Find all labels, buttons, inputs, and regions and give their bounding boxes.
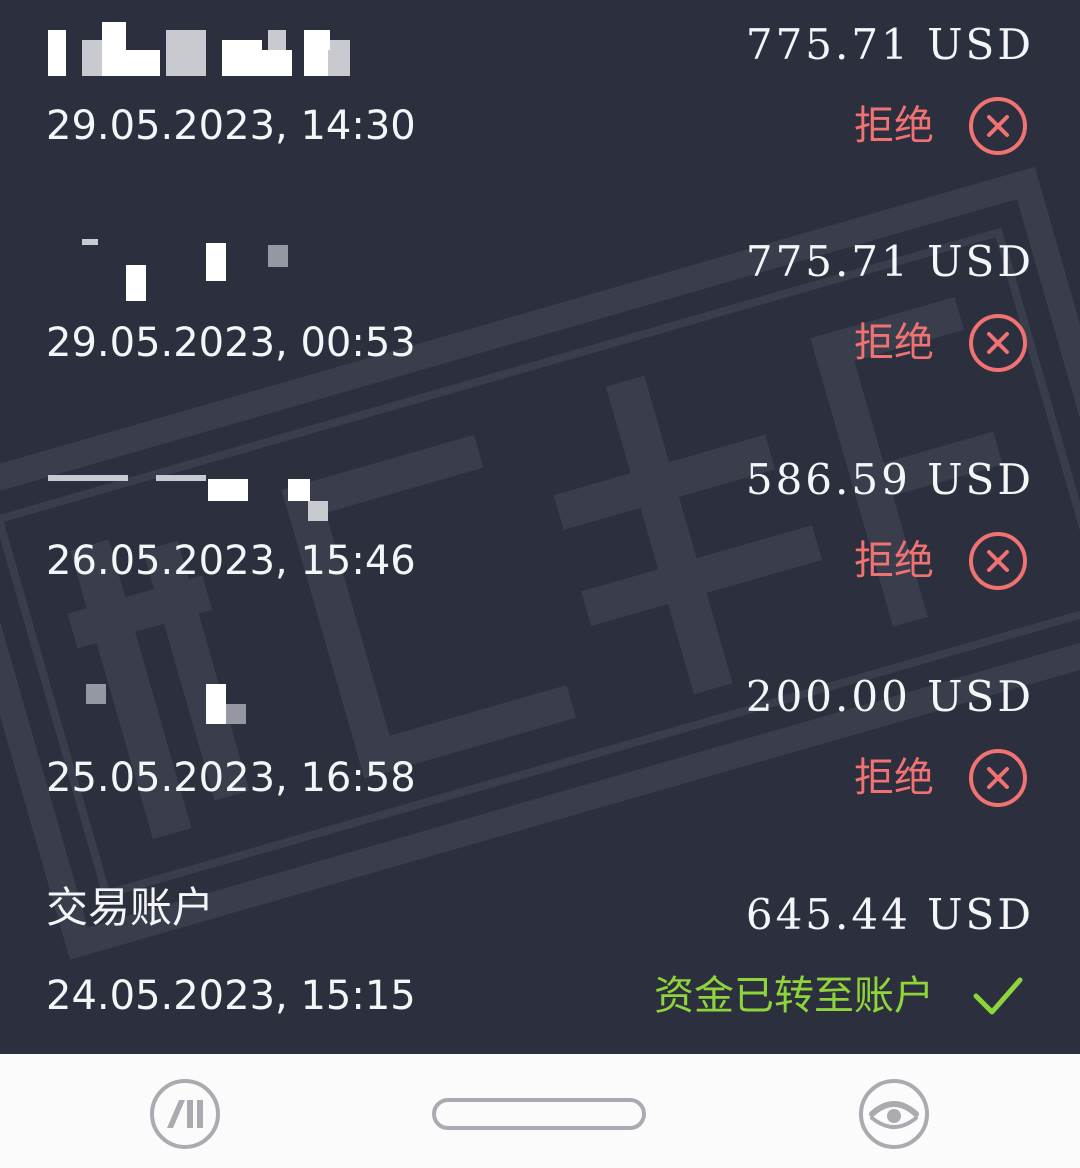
transaction-row[interactable]: 586.59 USD 26.05.2023, 15:46 拒绝 <box>0 435 1080 595</box>
transaction-date: 29.05.2023, 14:30 <box>46 103 416 149</box>
circle-x-icon <box>969 749 1027 807</box>
transaction-history-screen: 775.71 USD 29.05.2023, 14:30 拒绝 775.71 U… <box>0 0 1080 1054</box>
home-pill-icon[interactable] <box>432 1098 646 1130</box>
transaction-amount: 200.00 USD <box>745 672 1034 721</box>
checkmark-icon <box>973 977 1023 1015</box>
app-logo-icon[interactable] <box>149 1078 221 1150</box>
transaction-date: 26.05.2023, 15:46 <box>46 538 416 584</box>
transaction-status: 拒绝 <box>854 538 934 584</box>
circle-x-icon <box>969 314 1027 372</box>
transaction-account-name-redacted <box>46 227 466 301</box>
circle-x-icon <box>969 532 1027 590</box>
transaction-account-name: 交易账户 <box>46 883 215 932</box>
transaction-date: 24.05.2023, 15:15 <box>46 973 416 1019</box>
transaction-row[interactable]: 775.71 USD 29.05.2023, 00:53 拒绝 <box>0 217 1080 377</box>
transaction-status: 拒绝 <box>854 103 934 149</box>
transaction-account-name-redacted <box>46 10 466 76</box>
bottom-navigation-bar <box>0 1054 1080 1168</box>
transaction-status: 拒绝 <box>854 320 934 366</box>
transaction-status: 资金已转至账户 <box>654 973 934 1019</box>
transaction-amount: 645.44 USD <box>745 890 1034 939</box>
circle-x-icon <box>969 97 1027 155</box>
transaction-status: 拒绝 <box>854 755 934 801</box>
transaction-amount: 775.71 USD <box>745 20 1034 69</box>
transaction-account-name-redacted <box>46 662 466 724</box>
transaction-amount: 775.71 USD <box>745 237 1034 286</box>
transaction-amount: 586.59 USD <box>745 455 1034 504</box>
transaction-account-name-redacted <box>46 445 466 521</box>
transaction-date: 25.05.2023, 16:58 <box>46 755 416 801</box>
transaction-row[interactable]: 200.00 USD 25.05.2023, 16:58 拒绝 <box>0 652 1080 812</box>
transaction-row[interactable]: 775.71 USD 29.05.2023, 14:30 拒绝 <box>0 0 1080 160</box>
eye-logo-icon[interactable] <box>858 1078 930 1150</box>
transaction-row[interactable]: 交易账户 645.44 USD 24.05.2023, 15:15 资金已转至账… <box>0 870 1080 1030</box>
transaction-date: 29.05.2023, 00:53 <box>46 320 416 366</box>
